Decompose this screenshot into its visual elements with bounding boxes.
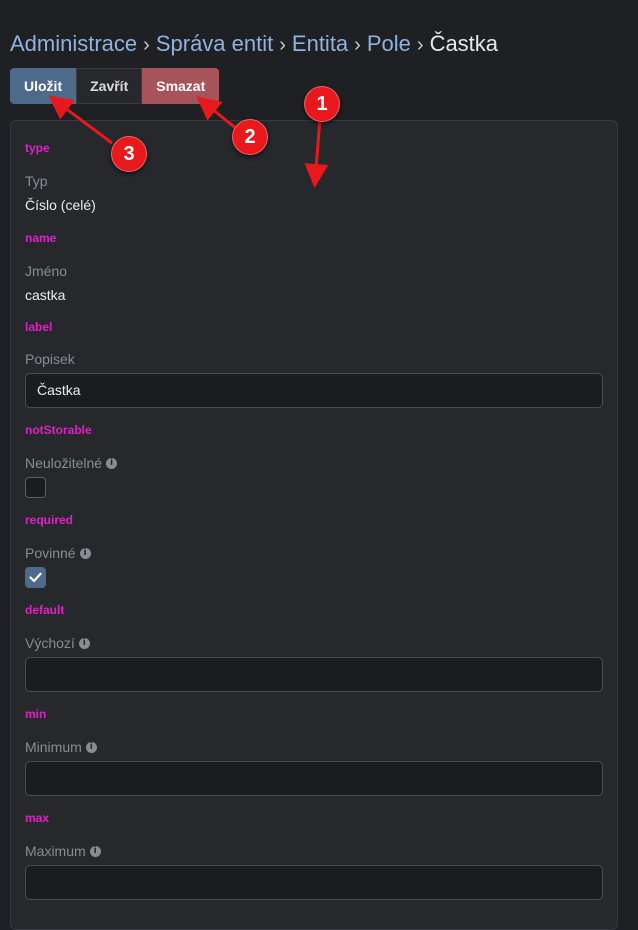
field-editor-panel: type Typ Číslo (celé) name Jméno castka …: [10, 120, 618, 930]
field-value-type: Číslo (celé): [25, 197, 96, 213]
field-key-max: max: [25, 811, 50, 825]
field-value-name: castka: [25, 287, 66, 303]
max-input[interactable]: [25, 865, 603, 900]
field-default: default Výchozí i: [25, 603, 603, 692]
required-checkbox[interactable]: [25, 567, 46, 588]
info-icon[interactable]: i: [106, 457, 118, 469]
field-label-popisek: Popisek: [25, 351, 75, 367]
breadcrumb-entita[interactable]: Entita: [292, 31, 348, 56]
field-label-min-text: Minimum: [25, 739, 82, 755]
close-button[interactable]: Zavřít: [76, 68, 143, 104]
field-label-notstorable-text: Neuložitelné: [25, 455, 103, 471]
field-notstorable: notStorable Neuložitelné i: [25, 423, 603, 498]
breadcrumb-separator: ›: [279, 34, 286, 56]
field-label-min: Minimum i: [25, 738, 603, 756]
checkmark-icon: [29, 572, 42, 583]
info-icon[interactable]: i: [89, 845, 101, 857]
breadcrumb-administrace[interactable]: Administrace: [10, 31, 137, 56]
toolbar: Uložit Zavřít Smazat: [10, 68, 220, 104]
field-min: min Minimum i: [25, 707, 603, 796]
delete-button[interactable]: Smazat: [142, 68, 220, 104]
default-input[interactable]: [25, 657, 603, 692]
field-max: max Maximum i: [25, 811, 603, 900]
info-icon[interactable]: i: [85, 741, 97, 753]
info-icon[interactable]: i: [78, 637, 90, 649]
field-required: required Povinné i: [25, 513, 603, 588]
field-key-required: required: [25, 513, 74, 527]
field-label-max-text: Maximum: [25, 843, 86, 859]
field-name: name Jméno castka: [25, 231, 603, 304]
field-key-notstorable: notStorable: [25, 423, 92, 437]
field-key-default: default: [25, 603, 65, 617]
breadcrumb-pole[interactable]: Pole: [367, 31, 411, 56]
field-label-default: Výchozí i: [25, 634, 603, 652]
field-key-min: min: [25, 707, 47, 721]
breadcrumb-separator: ›: [416, 34, 424, 56]
field-label-notstorable: Neuložitelné i: [25, 454, 603, 472]
breadcrumb-sprava-entit[interactable]: Správa entit: [156, 31, 273, 56]
field-label-required: Povinné i: [25, 544, 603, 562]
field-label-type: Typ: [25, 173, 48, 189]
field-label-required-text: Povinné: [25, 545, 76, 561]
label-input[interactable]: Častka: [25, 373, 603, 408]
notstorable-checkbox[interactable]: [25, 477, 46, 498]
breadcrumb: Administrace › Správa entit › Entita › Pole › Ča…: [10, 30, 498, 59]
breadcrumb-separator: ›: [354, 34, 361, 56]
annotation-marker-1: 1: [304, 86, 340, 122]
min-input[interactable]: [25, 761, 603, 796]
field-label-default-text: Výchozí: [25, 635, 75, 651]
info-icon[interactable]: i: [79, 547, 91, 559]
field-key-name: name: [25, 231, 57, 245]
breadcrumb-separator: ›: [143, 34, 150, 56]
field-label-name: Jméno: [25, 263, 68, 279]
field-label-max: Maximum i: [25, 842, 603, 860]
field-key-label: label: [25, 320, 53, 334]
annotation-marker-2: 2: [232, 119, 268, 155]
save-button[interactable]: Uložit: [10, 68, 77, 104]
breadcrumb-current: Častka: [429, 31, 499, 56]
field-label: label Popisek Častka: [25, 320, 603, 408]
annotation-marker-3: 3: [111, 136, 147, 172]
